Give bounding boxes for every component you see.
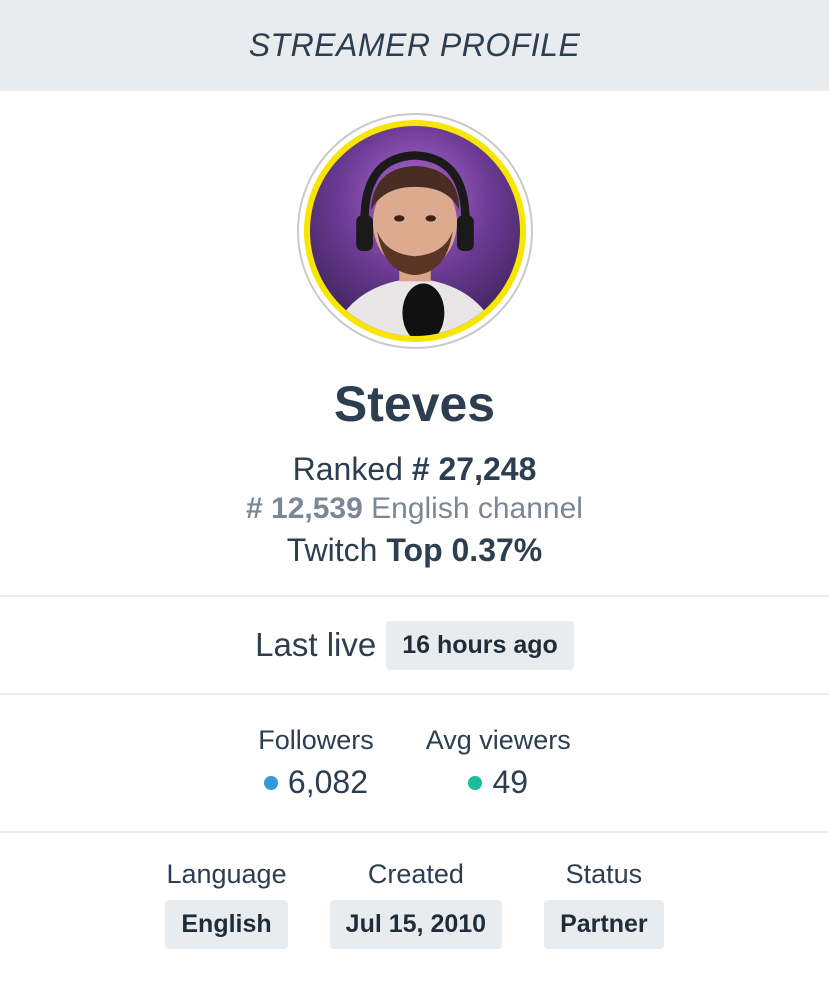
followers-label: Followers: [258, 725, 374, 755]
language-rank-value: # 12,539: [246, 492, 363, 525]
status-info: Status Partner: [544, 859, 664, 949]
page-header: STREAMER PROFILE: [0, 0, 829, 91]
overall-rank: Ranked # 27,248: [0, 451, 829, 488]
avatar-image: [330, 151, 499, 336]
language-rank-label: English channel: [371, 492, 583, 525]
language-label: Language: [166, 859, 287, 889]
avg-viewers-value: 49: [492, 764, 529, 800]
avatar-frame: [296, 113, 533, 349]
avg-viewers-label: Avg viewers: [425, 725, 571, 755]
followers-value: 6,082: [287, 764, 368, 800]
last-live-badge: 16 hours ago: [386, 620, 574, 670]
followers-stat: Followers 6,082: [258, 725, 374, 801]
followers-dot-icon: [263, 775, 278, 790]
last-live-row: Last live 16 hours ago: [0, 597, 829, 693]
stats-row: Followers 6,082 Avg viewers 49: [0, 695, 829, 831]
avg-viewers-stat: Avg viewers 49: [426, 725, 571, 801]
platform-top: Twitch Top 0.37%: [0, 532, 829, 569]
meta-row: Language English Created Jul 15, 2010 St…: [0, 833, 829, 949]
platform-label: Twitch: [286, 532, 378, 568]
profile-section: Steves Ranked # 27,248 # 12,539 English …: [0, 113, 829, 569]
streamer-name: Steves: [333, 376, 496, 432]
status-badge: Partner: [544, 900, 664, 949]
avatar: [303, 120, 526, 342]
avg-viewers-dot-icon: [468, 775, 483, 790]
created-info: Created Jul 15, 2010: [329, 859, 503, 949]
top-percent: Top 0.37%: [386, 532, 543, 568]
ranked-value: # 27,248: [411, 451, 537, 487]
language-badge: English: [165, 900, 288, 949]
language-info: Language English: [165, 859, 288, 949]
ranked-label: Ranked: [292, 451, 403, 487]
status-label: Status: [565, 859, 643, 889]
created-badge: Jul 15, 2010: [329, 900, 503, 949]
page-title: STREAMER PROFILE: [248, 27, 581, 63]
language-rank: # 12,539 English channel: [0, 492, 829, 526]
created-label: Created: [367, 859, 464, 889]
last-live-label: Last live: [255, 626, 377, 663]
